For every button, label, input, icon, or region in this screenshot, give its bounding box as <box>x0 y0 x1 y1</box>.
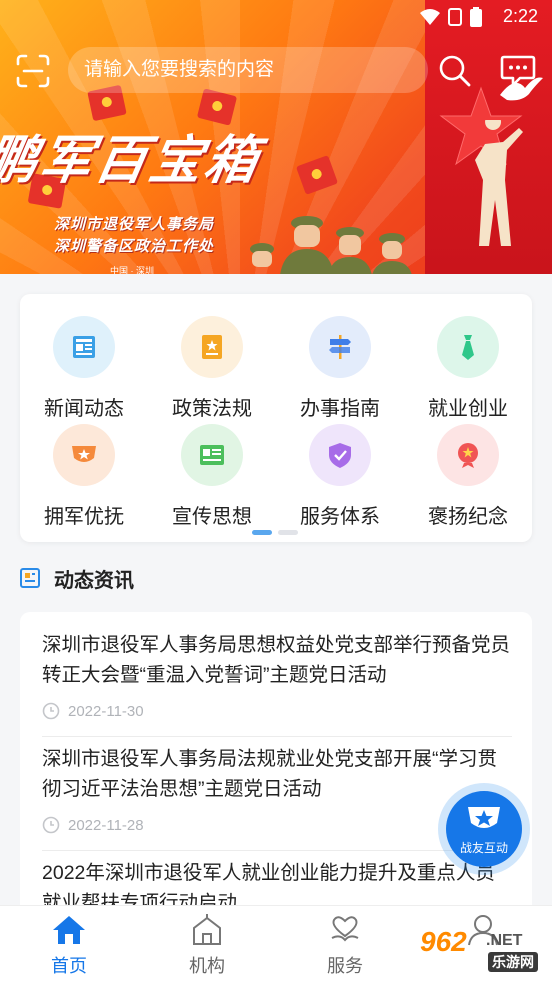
news-title: 深圳市退役军人事务局思想权益处党支部举行预备党员转正大会暨“重温入党誓词”主题党… <box>42 634 511 686</box>
category-army-badge[interactable]: 拥军优抚 <box>20 424 148 530</box>
category-icon-bg <box>309 316 371 378</box>
category-newspaper[interactable]: 新闻动态 <box>20 316 148 422</box>
nav-service[interactable]: 服务 <box>276 906 414 981</box>
section-title: 动态资讯 <box>54 569 134 592</box>
search-box[interactable] <box>68 47 428 93</box>
category-label: 服务体系 <box>300 506 380 528</box>
wreath-icon <box>458 443 478 468</box>
divider <box>42 850 512 851</box>
wifi-icon <box>420 9 440 25</box>
banner-right-panel <box>425 0 552 274</box>
category-label: 政策法规 <box>172 398 252 420</box>
home-icon <box>53 916 85 944</box>
soldiers-illustration <box>250 216 412 274</box>
message-icon[interactable] <box>500 54 536 88</box>
banner-org-line1: 深圳市退役军人事务局 <box>54 216 215 233</box>
news-list-icon <box>20 568 40 588</box>
banner-small-text: 中国 · 深圳 <box>110 266 154 274</box>
page-dot-active <box>252 530 272 535</box>
shield-check-icon <box>329 443 351 468</box>
category-label: 褒扬纪念 <box>428 506 508 528</box>
status-time: 2:22 <box>502 6 538 26</box>
signpost-icon <box>329 335 351 359</box>
search-icon[interactable] <box>438 54 472 88</box>
category-icon-bg <box>181 424 243 486</box>
party-board-icon <box>200 445 224 465</box>
category-icon-bg <box>437 316 499 378</box>
nav-home[interactable]: 首页 <box>0 906 138 981</box>
building-icon <box>193 914 221 945</box>
heart-hand-icon <box>331 916 359 942</box>
category-label: 新闻动态 <box>44 398 124 420</box>
news-item[interactable]: 深圳市退役军人事务局思想权益处党支部举行预备党员转正大会暨“重温入党誓词”主题党… <box>42 630 512 720</box>
trumpeter-silhouette <box>475 120 523 246</box>
battery-icon <box>470 7 482 27</box>
news-date-text: 2022-11-28 <box>68 816 144 834</box>
scan-icon[interactable] <box>16 54 50 88</box>
category-tie[interactable]: 就业创业 <box>404 316 532 422</box>
policy-book-icon <box>202 335 222 359</box>
banner-org-line2: 深圳警备区政治工作处 <box>54 238 215 255</box>
category-shield-check[interactable]: 服务体系 <box>276 424 404 530</box>
clock-icon <box>42 816 60 834</box>
newspaper-icon <box>73 336 95 358</box>
search-input[interactable] <box>84 47 404 93</box>
category-party-board[interactable]: 宣传思想 <box>148 424 276 530</box>
watermark-logo: 962 .NET 乐游网 <box>412 922 552 978</box>
status-bar: 2:22 <box>0 0 552 32</box>
category-policy-book[interactable]: 政策法规 <box>148 316 276 422</box>
news-title: 深圳市退役军人事务局法规就业处党支部开展“学习贯彻习近平法治思想”主题党日活动 <box>42 748 497 800</box>
page-indicator <box>252 530 298 535</box>
watermark-site: 乐游网 <box>488 952 538 972</box>
news-date: 2022-11-30 <box>42 702 512 720</box>
banner-title: 鹏军百宝箱 <box>0 132 266 190</box>
comrade-interact-button[interactable]: 战友互动 <box>446 791 522 867</box>
army-badge-icon <box>468 807 500 828</box>
nav-label: 机构 <box>189 956 225 976</box>
army-badge-icon <box>72 446 96 462</box>
category-wreath[interactable]: 褒扬纪念 <box>404 424 532 530</box>
nav-institution[interactable]: 机构 <box>138 906 276 981</box>
top-banner[interactable]: 鹏军百宝箱 深圳市退役军人事务局 深圳警备区政治工作处 中国 · 深圳 <box>0 0 552 274</box>
divider <box>42 736 512 737</box>
news-section-header: 动态资讯 <box>20 564 134 592</box>
nav-label: 服务 <box>327 956 363 976</box>
category-icon-bg <box>309 424 371 486</box>
clock-icon <box>42 702 60 720</box>
tie-icon <box>462 335 474 360</box>
category-label: 办事指南 <box>300 398 380 420</box>
float-button-label: 战友互动 <box>459 841 508 855</box>
page-dot <box>278 530 298 535</box>
category-icon-bg <box>437 424 499 486</box>
category-label: 就业创业 <box>428 398 508 420</box>
category-icon-bg <box>53 316 115 378</box>
category-icon-bg <box>181 316 243 378</box>
watermark-net: .NET <box>486 932 523 949</box>
category-signpost[interactable]: 办事指南 <box>276 316 404 422</box>
nav-label: 首页 <box>51 956 87 976</box>
watermark-number: 962 <box>420 926 467 957</box>
news-list: 深圳市退役军人事务局思想权益处党支部举行预备党员转正大会暨“重温入党誓词”主题党… <box>20 612 532 932</box>
news-date-text: 2022-11-30 <box>68 702 144 720</box>
category-label: 宣传思想 <box>172 506 252 528</box>
category-grid: 新闻动态 政策法规 办事指南 就业创业拥军优抚 宣传思想 服务体系 褒扬纪念 <box>20 294 532 542</box>
category-label: 拥军优抚 <box>44 506 124 528</box>
sim-icon <box>448 8 462 26</box>
category-icon-bg <box>53 424 115 486</box>
